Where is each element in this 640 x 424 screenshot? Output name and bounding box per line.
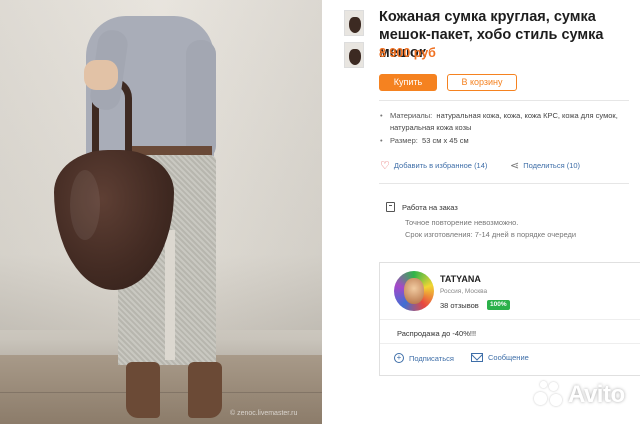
photo-watermark: © zenoc.livemaster.ru [230,410,298,417]
thumbnail-2[interactable] [344,42,364,68]
message-button[interactable]: Сообщение [471,353,529,362]
photo-leg-gap [165,230,175,360]
message-label: Сообщение [488,353,529,362]
photo-bag-highlight [70,170,100,240]
avatar-face [404,278,424,304]
buy-button[interactable]: Купить [379,74,437,91]
share-icon: ⋖ [510,160,520,172]
plus-icon: + [394,353,404,363]
photo-hand [84,60,118,90]
seller-location: Россия, Москва [440,288,488,295]
photo-arm-right [186,40,216,160]
spec-materials: Материалы: натуральная кожа, кожа, кожа … [380,110,630,134]
made-to-order-note: Точное повторение невозможно. [405,218,519,227]
document-icon [386,202,395,212]
product-price: 8 900 руб [379,46,436,60]
thumbnail-list [344,10,366,74]
favorites-label: Добавить в избранное (14) [393,161,488,170]
divider [379,183,629,184]
subscribe-label: Подписаться [409,353,454,363]
add-to-favorites-link[interactable]: ♡ Добавить в избранное (14) [380,159,487,172]
made-to-order-lead-time: Срок изготовления: 7-14 дней в порядке о… [405,230,577,239]
add-to-cart-button[interactable]: В корзину [447,74,517,91]
made-to-order-heading: Работа на заказ [386,202,636,212]
product-specs: Материалы: натуральная кожа, кожа, кожа … [380,110,630,148]
thumbnail-bag-image [349,17,361,33]
photo-boot-right [188,362,222,418]
heart-icon: ♡ [380,160,390,172]
card-divider [380,319,640,320]
avito-logo: Avito [532,380,625,410]
divider [379,100,629,101]
envelope-icon [471,353,483,362]
product-photo[interactable]: © zenoc.livemaster.ru [0,0,322,424]
made-to-order-info: Работа на заказ Точное повторение невозм… [386,202,636,239]
made-to-order-title: Работа на заказ [402,202,458,212]
spec-size-label: Размер: [390,136,418,145]
seller-card: TATYANA Россия, Москва 38 отзывов 100% Р… [379,262,640,376]
spec-materials-label: Материалы: [390,111,433,120]
share-link[interactable]: ⋖ Поделиться (10) [510,159,580,172]
photo-boot-left [126,362,160,418]
subscribe-button[interactable]: + Подписаться [394,353,454,363]
seller-sale-text: Распродажа до -40%!!! [397,329,477,338]
thumbnail-1[interactable] [344,10,364,36]
share-label: Поделиться (10) [523,161,581,170]
seller-name[interactable]: TATYANA [440,274,481,284]
positive-rating-badge: 100% [487,300,510,310]
thumbnail-bag-image [349,49,361,65]
photo-floor-line [0,392,322,393]
spec-size-value: 53 см х 45 см [422,136,469,145]
seller-reviews[interactable]: 38 отзывов [440,301,479,310]
spec-size: Размер: 53 см х 45 см [380,135,630,147]
seller-avatar[interactable] [394,271,434,311]
avito-dots-icon [532,380,566,410]
card-divider [380,343,640,344]
avito-wordmark: Avito [568,381,625,408]
